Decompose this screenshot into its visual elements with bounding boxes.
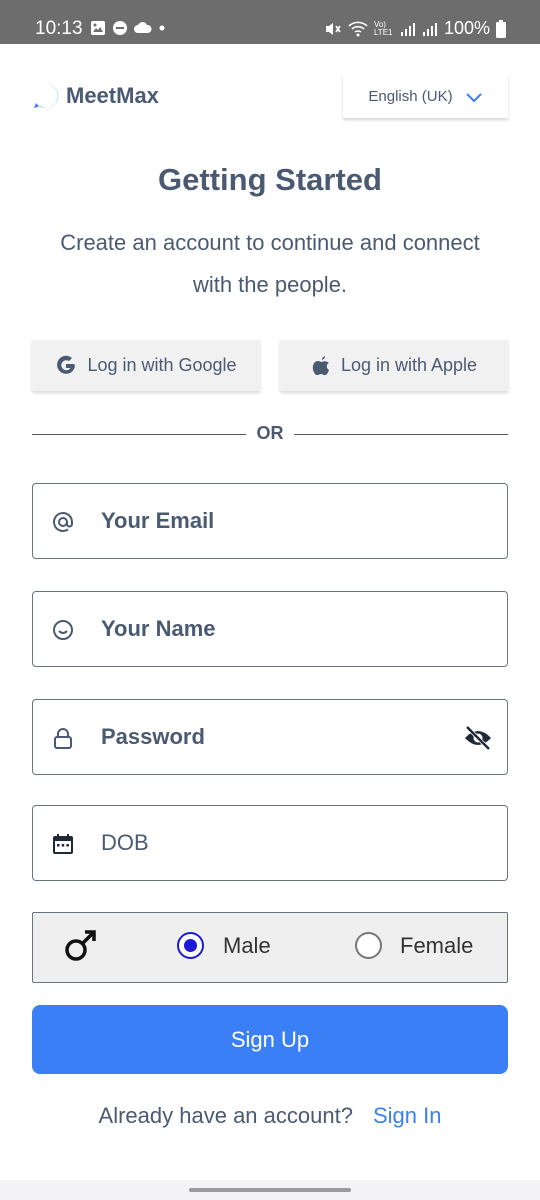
email-field[interactable]: Your Email [32,483,508,559]
page-title: Getting Started [158,162,382,197]
email-placeholder: Your Email [101,508,215,533]
gender-radio-male[interactable] [177,932,204,959]
gender-label-male: Male [223,933,271,958]
google-login-label: Log in with Google [87,355,237,375]
name-field[interactable]: Your Name [32,591,508,667]
calendar-icon [53,834,73,854]
dob-placeholder: DOB [101,830,149,855]
chevron-down-icon [465,92,482,102]
smiley-icon [53,620,73,640]
meetmax-logo-icon [34,84,58,108]
password-placeholder: Password [101,724,205,749]
apple-icon [312,355,329,375]
dob-field[interactable]: DOB [32,805,508,881]
eye-off-icon[interactable] [463,724,493,752]
signin-prompt: Already have an account? Sign In [0,1103,540,1129]
sign-up-button[interactable]: Sign Up [32,1005,508,1074]
google-login-button[interactable]: Log in with Google [32,340,260,391]
apple-login-label: Log in with Apple [340,355,478,375]
at-icon [53,512,73,532]
signal-icon [422,22,437,36]
lock-icon [54,728,72,749]
page-subtitle: Create an account to continue and connec… [60,230,480,297]
mute-icon [325,22,341,35]
gender-label-female: Female [400,933,474,958]
status-right-icons: Vo) LTE1 100% [324,18,506,39]
apple-login-button[interactable]: Log in with Apple [280,340,508,391]
cloud-icon [134,22,152,33]
battery-text: 100% [443,18,490,38]
wifi-icon [348,21,368,36]
sign-up-label: Sign Up [230,1026,310,1052]
gender-selector: Male Female [32,912,508,983]
sign-in-link[interactable]: Sign In [373,1103,442,1128]
dnd-icon [113,21,127,35]
male-symbol-icon [65,930,96,961]
status-left-icons [90,20,166,36]
google-icon [57,355,76,374]
language-selector[interactable]: English (UK) [343,75,508,118]
volte-icon: Vo) LTE1 [373,19,393,37]
home-gesture-handle[interactable] [189,1188,351,1192]
status-bar: 10:13 Vo) LTE1 100% [0,0,540,44]
dot-icon [159,25,165,31]
or-divider: OR [32,423,508,445]
name-placeholder: Your Name [101,616,216,641]
signal-icon [400,22,415,36]
password-field[interactable]: Password [32,699,508,775]
system-nav-bar [0,1180,540,1200]
brand-name: MeetMax [66,83,159,108]
brand-logo: MeetMax [32,82,159,110]
divider-line-right [294,434,508,435]
language-label: English (UK) [368,88,453,105]
have-account-text: Already have an account? [98,1103,353,1128]
battery-icon [496,19,506,38]
gallery-icon [91,21,105,35]
gender-radio-female[interactable] [355,932,382,959]
status-time: 10:13 [35,18,83,39]
